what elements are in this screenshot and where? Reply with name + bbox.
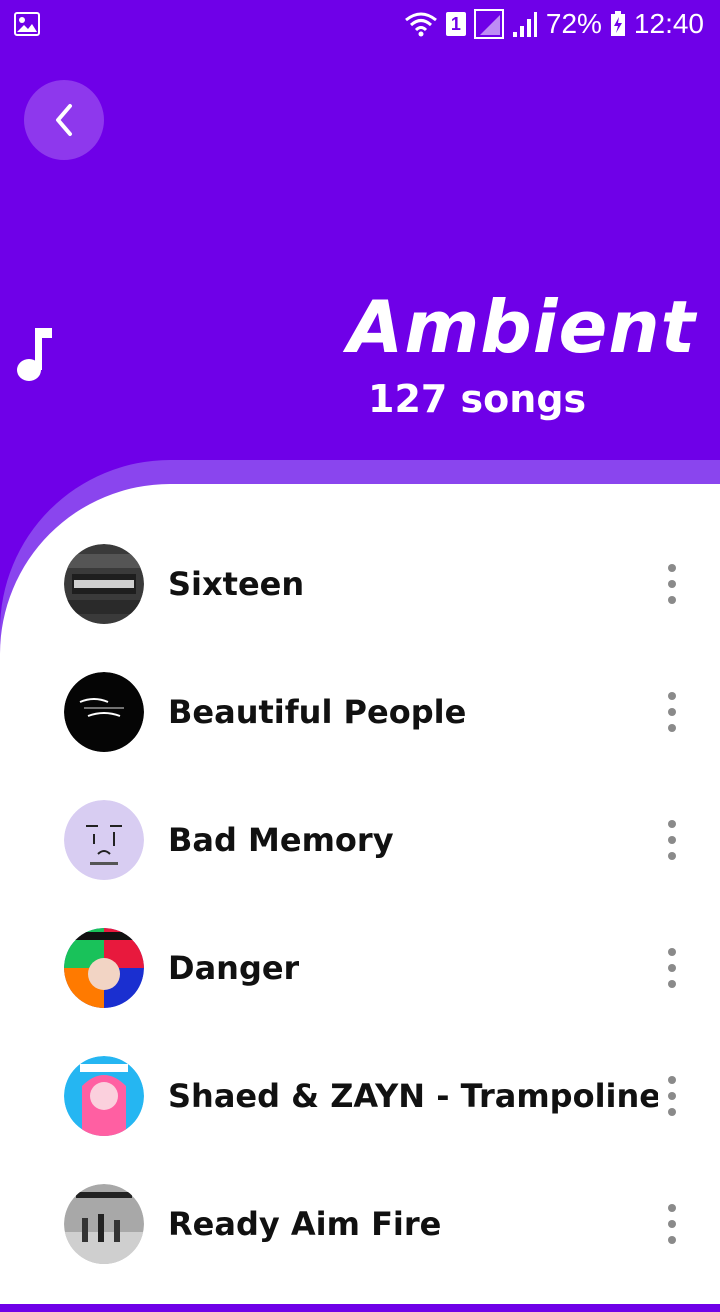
song-list: Sixteen Beautiful People Bad Memory Dang… — [0, 544, 720, 1312]
song-title: Ready Aim Fire — [168, 1205, 442, 1243]
more-vertical-icon[interactable] — [660, 948, 684, 988]
back-button[interactable] — [24, 80, 104, 160]
beautiful-people-cover — [64, 672, 144, 752]
song-row[interactable]: Danger — [0, 928, 720, 1056]
more-vertical-icon[interactable] — [660, 564, 684, 604]
wifi-icon — [404, 12, 437, 37]
danger-cover — [64, 928, 144, 1008]
battery-percent: 72% — [545, 8, 602, 39]
battery-charging-icon — [610, 11, 625, 36]
song-row[interactable]: Beautiful People — [0, 672, 720, 800]
status-icons: 1 72% 12:40 — [404, 6, 704, 42]
more-vertical-icon[interactable] — [660, 1076, 684, 1116]
song-row[interactable]: Bad Memory — [0, 800, 720, 928]
gallery-icon — [14, 12, 40, 36]
song-title: Danger — [168, 949, 300, 987]
song-row[interactable]: Shaed & ZAYN - Trampoline — [0, 1056, 720, 1184]
song-row[interactable]: Ready Aim Fire — [0, 1184, 720, 1312]
clock: 12:40 — [633, 8, 704, 39]
song-title: Bad Memory — [168, 821, 394, 859]
more-vertical-icon[interactable] — [660, 1204, 684, 1244]
music-note-icon — [17, 328, 52, 381]
sixteen-cover — [64, 544, 144, 624]
more-vertical-icon[interactable] — [660, 692, 684, 732]
song-count: 127 songs — [368, 377, 587, 421]
signal-icon-2 — [512, 12, 537, 37]
song-title: Beautiful People — [168, 693, 467, 731]
trampoline-cover — [64, 1056, 144, 1136]
signal-icon — [473, 9, 504, 39]
chevron-left-icon — [56, 104, 72, 136]
song-title: Sixteen — [168, 565, 305, 603]
playlist-title: Ambient — [347, 285, 696, 369]
song-title: Shaed & ZAYN - Trampoline — [168, 1077, 658, 1115]
ready-aim-fire-cover — [64, 1184, 144, 1264]
more-vertical-icon[interactable] — [660, 820, 684, 860]
sim-badge: 1 — [445, 12, 466, 36]
status-bar: 1 72% 12:40 — [0, 0, 720, 48]
bad-memory-cover — [64, 800, 144, 880]
song-row[interactable]: Sixteen — [0, 544, 720, 672]
